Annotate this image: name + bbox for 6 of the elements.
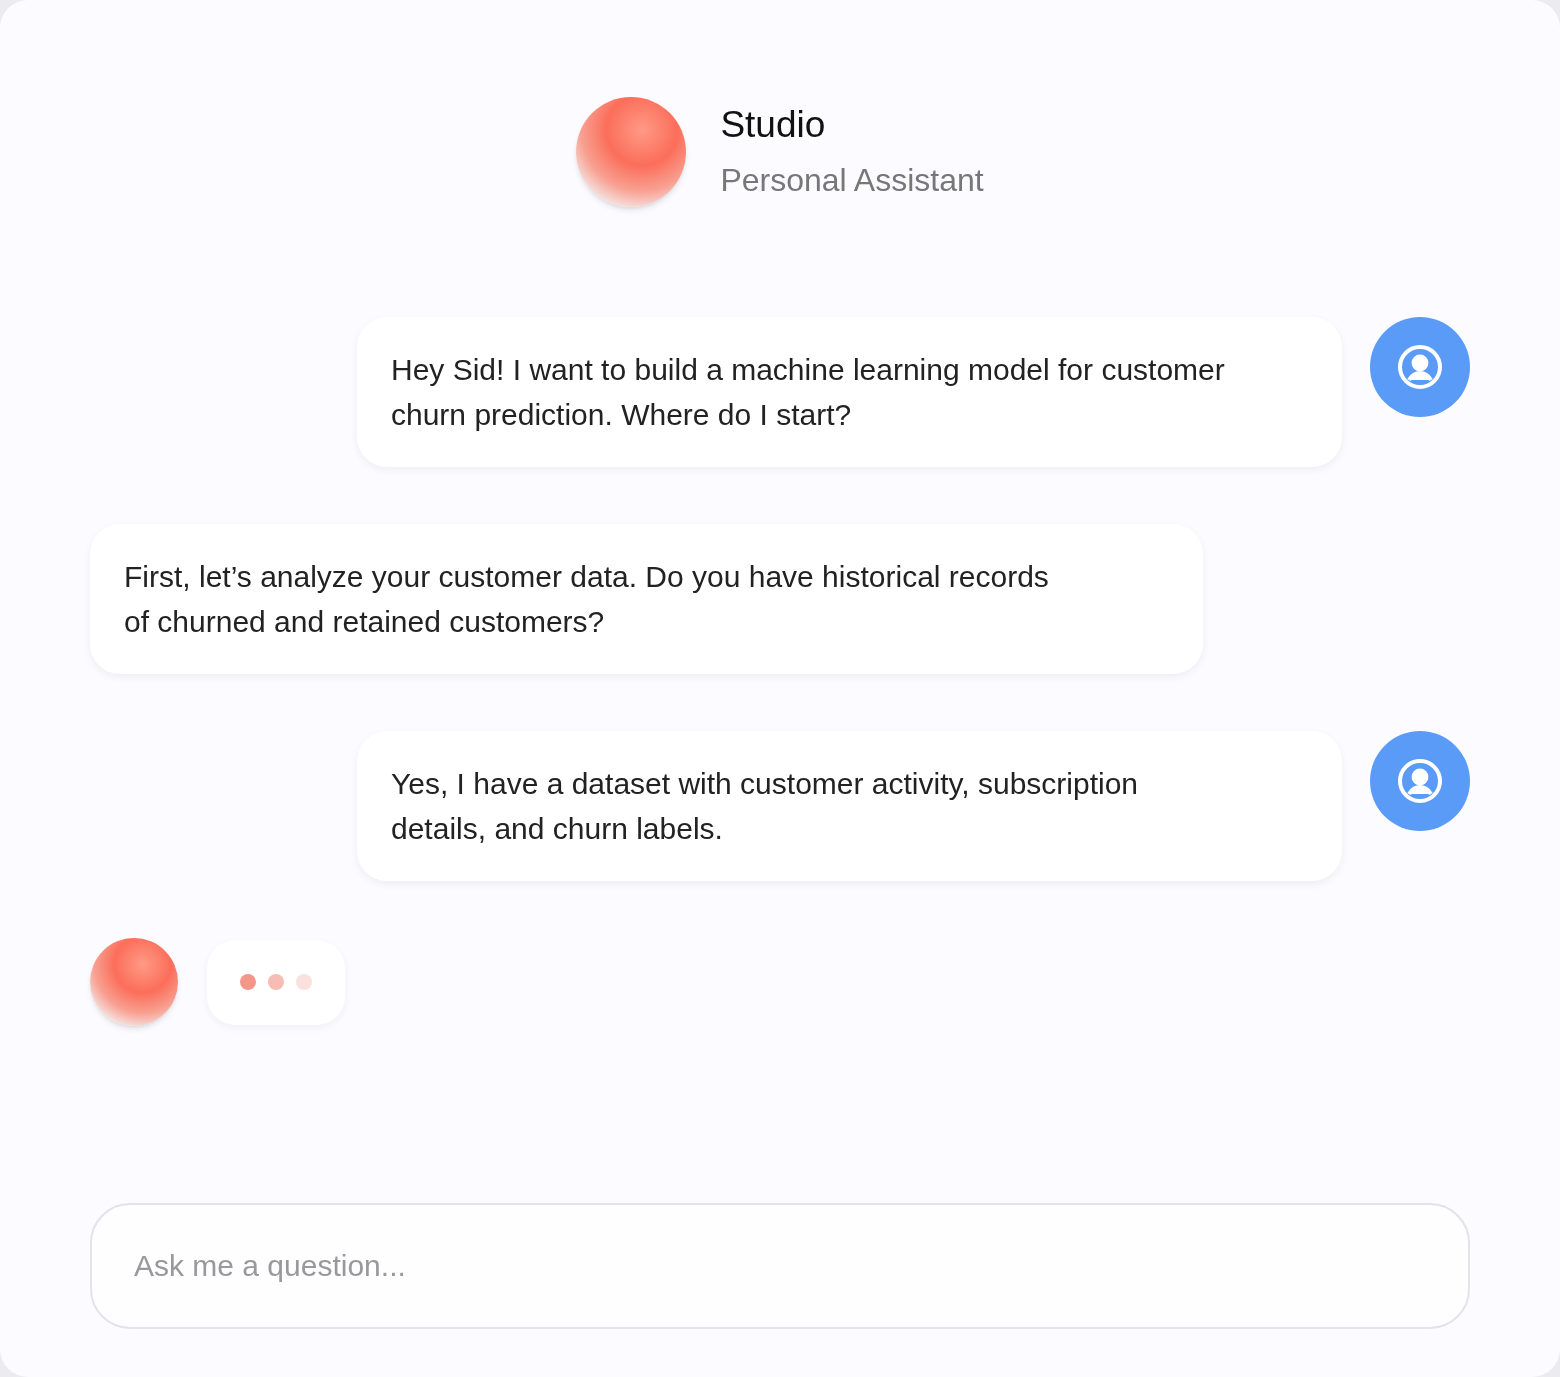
assistant-role: Personal Assistant — [720, 161, 984, 200]
user-message: Yes, I have a dataset with customer activity, subscription details, and churn labels. — [357, 731, 1342, 881]
question-input-field[interactable]: Ask me a question... — [90, 1203, 1470, 1329]
assistant-message: First, let’s analyze your customer data. Do you have historical records of churned and retained customers? — [90, 524, 1203, 674]
user-message: Hey Sid! I want to build a machine learning model for customer churn prediction. Where do I start? — [357, 317, 1342, 467]
assistant-name: Studio — [720, 104, 827, 146]
